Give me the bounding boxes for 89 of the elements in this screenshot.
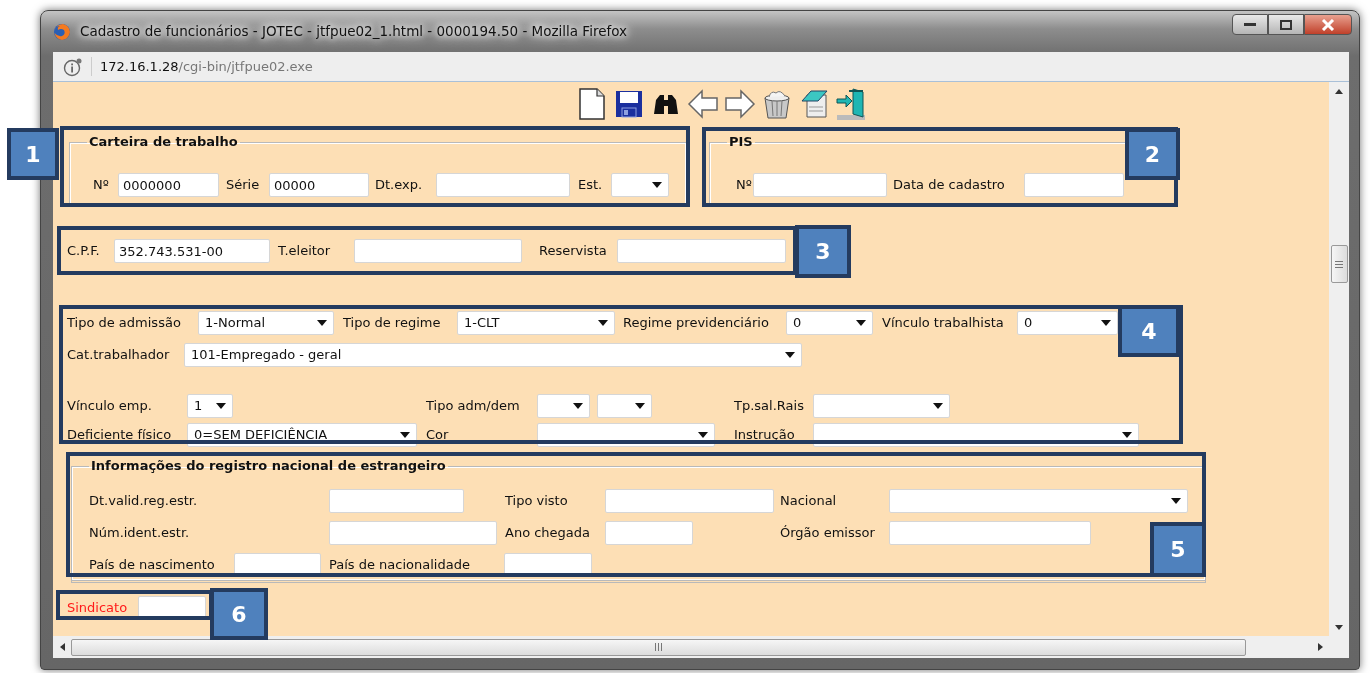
caret-icon [698, 432, 708, 438]
field-label: Dt.valid.reg.estr. [89, 493, 198, 509]
group-title: Informações do registro nacional de estrangeiro [90, 457, 447, 475]
dropdown[interactable] [611, 173, 669, 197]
field-label: País de nacionalidade [329, 557, 470, 573]
caret-icon [933, 403, 943, 409]
field-label: Órgão emissor [780, 525, 875, 541]
text-field[interactable]: 0000000 [118, 173, 219, 197]
maximize-icon [1280, 19, 1292, 30]
minimize-button[interactable] [1232, 14, 1268, 35]
text-field[interactable] [329, 489, 464, 513]
field-label: Nº [736, 177, 752, 193]
dropdown[interactable] [537, 394, 590, 418]
caret-icon [573, 403, 583, 409]
group-title: Carteira de trabalho [88, 133, 239, 151]
close-icon [1321, 18, 1335, 31]
field-label: Instrução [734, 427, 795, 443]
field-label: Série [226, 177, 260, 193]
address-field[interactable]: 172.16.1.28/cgi-bin/jtfpue02.exe [91, 56, 313, 77]
vertical-scrollbar[interactable] [1329, 82, 1349, 636]
field-label: Est. [578, 177, 603, 193]
caret-icon [1171, 498, 1181, 504]
field-label: Nº [93, 177, 109, 193]
text-field[interactable] [889, 521, 1091, 545]
field-label: Vínculo emp. [67, 398, 152, 414]
text-field[interactable] [1024, 173, 1124, 197]
caret-icon [598, 320, 608, 326]
field-label: Tipo de regime [343, 315, 441, 331]
caret-icon [635, 403, 645, 409]
field-label: Regime previdenciário [623, 315, 769, 331]
field-label: Dt.exp. [375, 177, 423, 193]
field-label: Tp.sal.Rais [734, 398, 804, 414]
callout-number: 6 [210, 588, 268, 640]
dropdown[interactable] [597, 394, 652, 418]
dropdown[interactable]: 0 [1017, 311, 1118, 335]
text-field[interactable]: 352.743.531-00 [114, 239, 270, 263]
callout-number: 2 [1125, 128, 1180, 180]
group-title: PIS [728, 133, 754, 151]
callout-number: 3 [795, 225, 851, 278]
caret-icon [652, 182, 662, 188]
field-label: Data de cadastro [893, 177, 1005, 193]
caret-icon [785, 352, 795, 358]
field-label: Deficiente físico [67, 427, 172, 443]
dropdown[interactable]: 0 [786, 311, 873, 335]
field-label: Tipo de admissão [67, 315, 181, 331]
field-label: T.eleitor [278, 243, 331, 259]
exit-door-icon[interactable] [834, 87, 867, 121]
field-label: Cat.trabalhador [67, 347, 170, 363]
field-label: Núm.ident.estr. [89, 525, 190, 541]
scrollbar-thumb[interactable] [71, 638, 1246, 656]
caret-icon [216, 403, 226, 409]
caret-icon [400, 432, 410, 438]
field-label: C.P.F. [67, 243, 100, 259]
caret-icon [317, 320, 327, 326]
field-label: Nacional [780, 493, 837, 509]
text-field[interactable] [605, 521, 693, 545]
text-field[interactable] [354, 239, 522, 263]
field-label: Cor [426, 427, 449, 443]
caret-icon [1101, 320, 1111, 326]
field-label: Sindicato [67, 600, 128, 616]
scrollbar-thumb[interactable] [1330, 245, 1348, 283]
browser-logo-icon [53, 22, 71, 41]
dropdown[interactable]: 1-CLT [457, 311, 615, 335]
text-field[interactable] [436, 173, 570, 197]
dropdown[interactable]: 1-Normal [198, 311, 334, 335]
field-label: Reservista [539, 243, 607, 259]
close-button[interactable] [1304, 14, 1352, 35]
minimize-icon [1244, 22, 1256, 27]
field-label: Tipo adm/dem [426, 398, 520, 414]
horizontal-scrollbar[interactable] [53, 636, 1330, 658]
right-arrow-icon[interactable] [723, 87, 756, 121]
dropdown[interactable]: 1 [187, 394, 233, 418]
dropdown[interactable]: 101-Empregado - geral [184, 343, 802, 367]
text-field[interactable] [617, 239, 786, 263]
text-field[interactable] [329, 521, 497, 545]
maximize-button[interactable] [1268, 14, 1304, 35]
field-label: Ano chegada [505, 525, 591, 541]
field-label: Vínculo trabalhista [882, 315, 1004, 331]
field-label: Tipo visto [505, 493, 568, 509]
field-label: País de nascimento [89, 557, 215, 573]
window-title: Cadastro de funcionários - JOTEC - jtfpue02_1.html - 0000194.50 - Mozilla Firefox [80, 22, 628, 42]
text-field[interactable] [605, 489, 774, 513]
info-icon[interactable] [63, 56, 83, 77]
left-arrow-icon[interactable] [686, 87, 719, 121]
caret-icon [1122, 432, 1132, 438]
caret-icon [856, 320, 866, 326]
text-field[interactable]: 00000 [269, 173, 369, 197]
callout-number: 1 [7, 128, 59, 180]
text-field[interactable] [753, 173, 887, 197]
